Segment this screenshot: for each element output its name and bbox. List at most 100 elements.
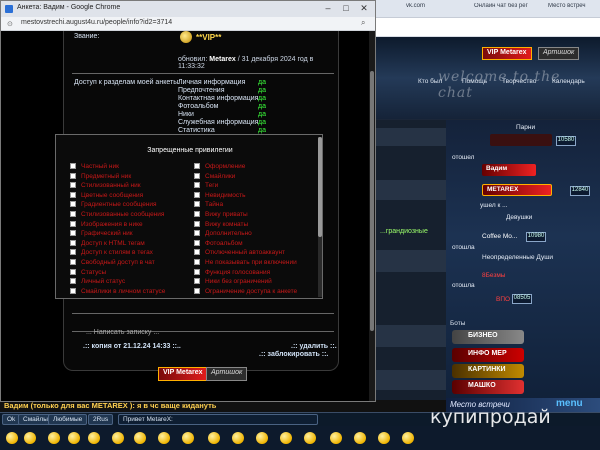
privilege-item[interactable]: Функция голосования — [194, 268, 270, 278]
close-icon[interactable]: ✕ — [355, 2, 373, 15]
popup-titlebar[interactable]: Анкета: Вадим - Google Chrome – □ ✕ — [1, 1, 375, 17]
privilege-item[interactable]: Доступ к стилям в тегах — [70, 249, 153, 258]
privilege-checkbox[interactable] — [70, 172, 76, 179]
privilege-item[interactable]: Стилизованный ник — [70, 182, 141, 191]
privilege-checkbox[interactable] — [194, 220, 200, 227]
translit-button[interactable]: 2Rus — [88, 414, 114, 425]
smile-icon[interactable] — [354, 432, 366, 444]
privilege-item[interactable]: Дополнительно — [194, 230, 252, 239]
smile-icon[interactable] — [182, 432, 194, 444]
smile-icon[interactable] — [48, 432, 60, 444]
privilege-item[interactable]: Фотоальбом — [194, 239, 243, 249]
privilege-checkbox[interactable] — [70, 191, 76, 198]
popup-scrollbar-thumb[interactable] — [370, 71, 374, 331]
privilege-item[interactable]: Изображения в нике — [70, 220, 143, 230]
privileges-scrollbar-thumb[interactable] — [318, 137, 322, 237]
privilege-item[interactable]: Невидимость — [194, 191, 246, 201]
nav-item-calendar[interactable]: Календарь — [552, 78, 585, 85]
smile-icon[interactable] — [232, 432, 244, 444]
privilege-item[interactable]: Градиентные сообщения — [70, 201, 157, 210]
privileges-scrollbar[interactable] — [318, 137, 322, 297]
privilege-item[interactable]: Ограничение доступа к анкете — [194, 287, 297, 297]
privilege-checkbox[interactable] — [70, 163, 76, 169]
privilege-checkbox[interactable] — [194, 249, 200, 256]
block-link[interactable]: .:: заблокировать ::. — [259, 351, 328, 358]
menu-logo[interactable]: menu — [556, 398, 583, 409]
user-nick[interactable]: ВПО — [496, 296, 510, 303]
smile-icon[interactable] — [68, 432, 80, 444]
privilege-checkbox[interactable] — [70, 287, 76, 294]
privilege-checkbox[interactable] — [70, 239, 76, 246]
bot-button-3[interactable]: КАРТИНКИ — [452, 364, 524, 378]
privilege-item[interactable]: Стилизованные сообщения — [70, 211, 164, 220]
user-avatar-banner[interactable] — [490, 134, 552, 146]
privilege-item[interactable]: Цветные сообщения — [70, 191, 143, 201]
privilege-item[interactable]: Оформление — [194, 163, 245, 172]
privilege-item[interactable]: Статусы — [70, 268, 106, 278]
chat-input[interactable]: Привет MetareX: — [118, 414, 318, 425]
privilege-item[interactable]: Теги — [194, 182, 218, 191]
privilege-item[interactable]: Смайлики в личном статусе — [70, 287, 165, 297]
privilege-item[interactable]: Вижу приваты — [194, 211, 248, 220]
favorites-button[interactable]: Любимые — [48, 414, 88, 425]
browser-tab[interactable]: Место встреч — [548, 3, 586, 16]
privilege-checkbox[interactable] — [194, 287, 200, 294]
user-nick[interactable]: Coffee Mo... — [482, 233, 517, 240]
privilege-checkbox[interactable] — [70, 259, 76, 265]
privilege-checkbox[interactable] — [194, 201, 200, 208]
privilege-checkbox[interactable] — [70, 278, 76, 285]
smile-icon[interactable] — [158, 432, 170, 444]
updated-author[interactable]: Metarex — [209, 56, 235, 63]
popup-urlbar[interactable]: ⊙ mestovstrechi.august4u.ru/people/info?… — [1, 17, 375, 31]
privilege-checkbox[interactable] — [194, 191, 200, 198]
privilege-item[interactable]: Предметный ник — [70, 172, 131, 182]
bot-button-2[interactable]: ИНФО МЕР — [452, 348, 524, 362]
privilege-checkbox[interactable] — [194, 182, 200, 189]
zoom-icon[interactable]: ⌕ — [361, 18, 365, 28]
nav-item-who-was[interactable]: Кто был — [418, 78, 442, 85]
privilege-checkbox[interactable] — [194, 172, 200, 179]
bot-button-1[interactable]: БИЗНЕО — [452, 330, 524, 344]
smile-icon[interactable] — [330, 432, 342, 444]
privilege-checkbox[interactable] — [70, 182, 76, 189]
privilege-checkbox[interactable] — [194, 211, 200, 217]
smile-icon[interactable] — [208, 432, 220, 444]
user-nick[interactable]: 8Безмы — [482, 272, 505, 279]
maximize-icon[interactable]: □ — [337, 2, 355, 15]
smile-icon[interactable] — [24, 432, 36, 444]
bot-button-4[interactable]: МАШКО — [452, 380, 524, 394]
smile-icon[interactable] — [88, 432, 100, 444]
popup-scrollbar[interactable] — [369, 31, 375, 401]
user-nick[interactable]: Вадим — [482, 164, 536, 176]
write-note-link[interactable]: ... Написать записку ... — [86, 329, 159, 336]
privilege-item[interactable]: Отключенный автоаккаунт — [194, 249, 285, 258]
privilege-item[interactable]: Тайна — [194, 201, 223, 210]
site-info-icon[interactable]: ⊙ — [7, 20, 13, 28]
privilege-checkbox[interactable] — [70, 230, 76, 237]
nav-item-help[interactable]: Помощь — [462, 78, 487, 85]
smile-icon[interactable] — [112, 432, 124, 444]
smile-icon[interactable] — [378, 432, 390, 444]
privilege-checkbox[interactable] — [194, 163, 200, 169]
privilege-item[interactable]: Доступ к HTML тегам — [70, 239, 145, 249]
privilege-checkbox[interactable] — [194, 278, 200, 285]
privilege-checkbox[interactable] — [194, 259, 200, 265]
smile-icon[interactable] — [402, 432, 414, 444]
privilege-checkbox[interactable] — [70, 201, 76, 208]
privilege-item[interactable]: Не показывать при включении — [194, 259, 297, 268]
privilege-item[interactable]: Смайлики — [194, 172, 235, 182]
user-nick[interactable]: METAREX — [482, 184, 552, 196]
privilege-item[interactable]: Вижу комнаты — [194, 220, 248, 230]
privilege-checkbox[interactable] — [194, 239, 200, 246]
privilege-item[interactable]: Ники без ограничений — [194, 278, 272, 287]
browser-addressbar[interactable] — [376, 18, 600, 37]
smile-icon[interactable] — [304, 432, 316, 444]
browser-tab[interactable]: vk.com — [406, 3, 425, 16]
user-nick[interactable]: Неопределенные Души — [482, 254, 553, 261]
browser-tab-active[interactable]: Онлайн чат без рег — [474, 3, 528, 16]
privilege-item[interactable]: Частный ник — [70, 163, 119, 172]
smile-icon[interactable] — [256, 432, 268, 444]
minimize-icon[interactable]: – — [319, 2, 337, 15]
privilege-checkbox[interactable] — [70, 211, 76, 217]
privilege-item[interactable]: Свободный доступ в чат — [70, 259, 155, 268]
